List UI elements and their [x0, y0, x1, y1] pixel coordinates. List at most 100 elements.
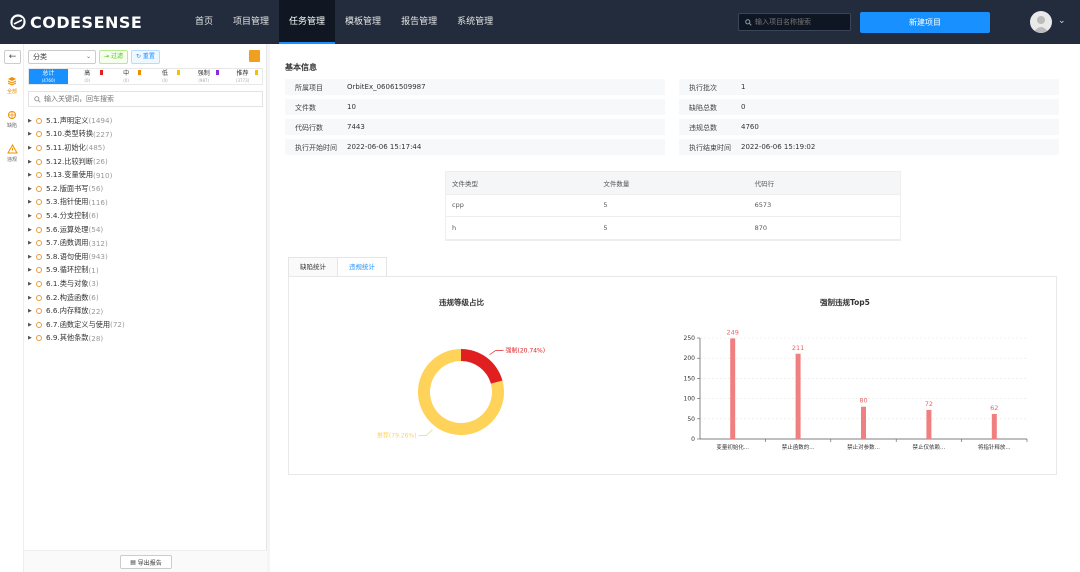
rule-icon [36, 294, 42, 301]
caret-right-icon[interactable]: ▶ [28, 267, 36, 273]
info-value: 2022-06-06 15:17:44 [347, 143, 422, 151]
x-tick-label: 禁止对参数... [847, 443, 880, 451]
caret-right-icon[interactable]: ▶ [28, 131, 36, 137]
caret-right-icon[interactable]: ▶ [28, 118, 36, 124]
nav-item-5[interactable]: 系统管理 [447, 0, 503, 44]
caret-right-icon[interactable]: ▶ [28, 145, 36, 151]
back-button[interactable]: ← [4, 50, 21, 64]
donut-label-line [418, 429, 433, 436]
severity-level-0[interactable]: 总计 (4760) [29, 69, 68, 84]
tree-item[interactable]: ▶ 5.9.循环控制 (1) [28, 264, 263, 278]
x-tick-label: 禁止函数的... [782, 443, 815, 451]
severity-level-5[interactable]: 推荐 (3773) [223, 69, 262, 84]
severity-level-2[interactable]: 中 (0) [107, 69, 146, 84]
donut-slice-label: 强制(20.74%) [506, 347, 546, 355]
flag-icon [216, 70, 220, 75]
info-row: 所属项目 OrbitEx_06061509987 [285, 79, 665, 95]
caret-right-icon[interactable]: ▶ [28, 227, 36, 233]
rule-icon [36, 172, 42, 179]
tree-item[interactable]: ▶ 6.7.函数定义与使用 (72) [28, 318, 263, 332]
caret-right-icon[interactable]: ▶ [28, 172, 36, 178]
caret-right-icon[interactable]: ▶ [28, 281, 36, 287]
document-icon: ▤ [130, 558, 136, 566]
tree-item[interactable]: ▶ 5.8.语句使用 (943) [28, 250, 263, 264]
caret-right-icon[interactable]: ▶ [28, 159, 36, 165]
keyword-search[interactable] [28, 91, 263, 107]
table-row: h 5 870 [446, 217, 900, 240]
tab-1[interactable]: 违规统计 [337, 257, 387, 277]
main-content: 基本信息 所属项目 OrbitEx_06061509987 执行批次 1 文件数 10 缺陷… [270, 44, 1080, 572]
caret-right-icon[interactable]: ▶ [28, 322, 36, 328]
severity-level-4[interactable]: 强制 (987) [184, 69, 223, 84]
leftbar-item-all[interactable]: 全部 [0, 76, 24, 95]
caret-right-icon[interactable]: ▶ [28, 213, 36, 219]
export-report-button[interactable]: ▤ 导出报告 [120, 555, 172, 569]
tree-item[interactable]: ▶ 6.9.其他条款 (28) [28, 332, 263, 346]
reset-button[interactable]: ↻ 重置 [130, 50, 160, 64]
export-icon[interactable] [249, 50, 260, 62]
nav-item-0[interactable]: 首页 [185, 0, 223, 44]
user-avatar[interactable] [1030, 11, 1052, 33]
info-row: 执行批次 1 [679, 79, 1059, 95]
info-value: 4760 [741, 123, 759, 131]
caret-right-icon[interactable]: ▶ [28, 295, 36, 301]
severity-level-count: (987) [198, 78, 210, 83]
leftbar-item-violation[interactable]: 违规 [0, 143, 24, 163]
severity-level-3[interactable]: 低 (0) [145, 69, 184, 84]
tree-item[interactable]: ▶ 5.6.运算处理 (54) [28, 223, 263, 237]
rule-icon [36, 321, 42, 328]
flag-icon [254, 70, 258, 75]
keyword-search-input[interactable] [44, 95, 244, 103]
nav-item-4[interactable]: 报告管理 [391, 0, 447, 44]
tree-item[interactable]: ▶ 5.3.指针使用 (116) [28, 196, 263, 210]
tree-item-label: 5.1.声明定义 [46, 115, 89, 125]
severity-level-1[interactable]: 高 (0) [68, 69, 107, 84]
tree-item[interactable]: ▶ 5.11.初始化 (485) [28, 141, 263, 155]
nav-item-1[interactable]: 项目管理 [223, 0, 279, 44]
logo[interactable]: CODESENSE [10, 12, 142, 32]
caret-right-icon[interactable]: ▶ [28, 308, 36, 314]
project-search-input[interactable] [755, 18, 850, 26]
tree-item[interactable]: ▶ 5.7.函数调用 (312) [28, 236, 263, 250]
rule-icon [36, 144, 42, 151]
tree-item[interactable]: ▶ 5.12.比较判断 (26) [28, 155, 263, 169]
severity-level-count: (0) [84, 78, 91, 83]
tree-item[interactable]: ▶ 6.2.构造函数 (6) [28, 291, 263, 305]
filter-button[interactable]: ⇥ 过滤 [99, 50, 128, 64]
tree-item[interactable]: ▶ 5.13.变量使用 (910) [28, 168, 263, 182]
caret-right-icon[interactable]: ▶ [28, 335, 36, 341]
top-bar: CODESENSE 首页项目管理任务管理模板管理报告管理系统管理 新建项目 ⌄ [0, 0, 1080, 44]
leftbar-item-defect[interactable]: 缺陷 [0, 110, 24, 129]
charts-svg: 强制(20.74%) 推荐(79.26%) 0 50 100 150 200 250 249 变量… [377, 328, 1028, 451]
tree-item[interactable]: ▶ 5.10.类型转换 (227) [28, 128, 263, 142]
info-value: 0 [741, 103, 746, 111]
funnel-icon: ⇥ [104, 53, 110, 60]
tree-item[interactable]: ▶ 6.6.内存释放 (22) [28, 304, 263, 318]
nav-item-2[interactable]: 任务管理 [279, 0, 336, 44]
category-select[interactable]: 分类 ⌄ [28, 50, 96, 64]
tab-0[interactable]: 缺陷统计 [288, 257, 338, 277]
tree-item-count: (227) [93, 129, 113, 139]
tree-item[interactable]: ▶ 5.1.声明定义 (1494) [28, 114, 263, 128]
tree-item-count: (26) [93, 157, 108, 167]
tree-item-label: 5.12.比较判断 [46, 156, 94, 166]
caret-right-icon[interactable]: ▶ [28, 186, 36, 192]
tree-item[interactable]: ▶ 5.2.版面书写 (56) [28, 182, 263, 196]
project-search[interactable] [738, 13, 851, 31]
nav-item-3[interactable]: 模板管理 [335, 0, 391, 44]
caret-right-icon[interactable]: ▶ [28, 254, 36, 260]
bar-value-label: 62 [990, 404, 998, 412]
tree-item[interactable]: ▶ 5.4.分支控制 (6) [28, 209, 263, 223]
new-project-button[interactable]: 新建项目 [860, 12, 990, 33]
chevron-down-icon[interactable]: ⌄ [1058, 16, 1066, 26]
table-header-row: 文件类型 文件数量 代码行 [446, 172, 900, 195]
tree-item[interactable]: ▶ 6.1.类与对象 (3) [28, 277, 263, 291]
caret-right-icon[interactable]: ▶ [28, 199, 36, 205]
severity-level-count: (4760) [41, 78, 56, 83]
file-type-table: 文件类型 文件数量 代码行 cpp 5 6573 h 5 870 [445, 171, 901, 241]
info-label: 违规总数 [689, 124, 717, 132]
tree-item-count: (910) [93, 170, 113, 180]
caret-right-icon[interactable]: ▶ [28, 240, 36, 246]
search-icon [34, 95, 41, 103]
tree-item-label: 5.11.初始化 [46, 142, 86, 152]
